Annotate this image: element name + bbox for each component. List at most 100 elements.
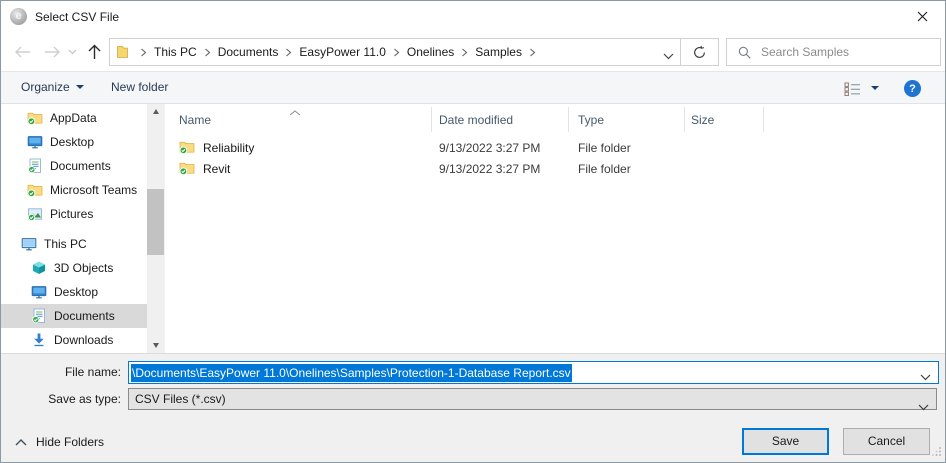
chevron-down-icon [76,85,84,89]
sidebar-item-desktop-2[interactable]: Desktop [1,280,147,304]
sidebar-item-documents[interactable]: Documents [1,154,147,178]
refresh-icon [692,45,707,60]
breadcrumb-chevron-icon[interactable] [283,48,294,57]
triangle-down-icon [153,343,159,348]
save-as-type-select[interactable]: CSV Files (*.csv) [128,388,937,410]
file-list: Name Date modified Type Size Reliability… [165,104,945,353]
search-box[interactable] [726,38,941,66]
forward-button[interactable] [41,42,63,62]
new-folder-button[interactable]: New folder [111,80,168,94]
chevron-up-icon [15,439,27,446]
cancel-button[interactable]: Cancel [843,428,930,455]
sidebar-item-desktop[interactable]: Desktop [1,130,147,154]
scroll-up-button[interactable] [147,104,164,119]
navigation-row: This PC Documents EasyPower 11.0 Oneline… [1,32,945,71]
sidebar-scrollbar[interactable] [147,104,164,353]
breadcrumb-samples[interactable]: Samples [470,45,527,59]
breadcrumb-chevron-icon[interactable] [391,48,402,57]
sidebar-item-3d-objects[interactable]: 3D Objects [1,256,147,280]
sidebar-item-pictures[interactable]: Pictures [1,202,147,226]
hide-folders-label: Hide Folders [36,435,104,449]
file-date-modified: 9/13/2022 3:27 PM [439,141,540,155]
sidebar-item-label: Documents [50,159,111,173]
sidebar-item-label: This PC [44,237,87,251]
file-row-reliability[interactable]: Reliability 9/13/2022 3:27 PM File folde… [165,137,945,158]
scrollbar-thumb[interactable] [147,189,164,255]
sidebar-item-label: Documents [54,309,115,323]
breadcrumb-onelines[interactable]: Onelines [402,45,459,59]
sidebar-item-documents-2[interactable]: Documents [1,304,147,328]
app-icon-glyph: e [15,11,21,22]
file-row-revit[interactable]: Revit 9/13/2022 3:27 PM File folder [165,158,945,179]
monitor-icon [31,284,47,300]
new-folder-label: New folder [111,80,168,94]
cube-icon [31,260,47,276]
save-as-type-dropdown-button[interactable] [918,397,929,417]
sidebar-item-label: Desktop [54,285,98,299]
picture-sync-icon [27,206,43,222]
view-options-dropdown[interactable] [871,86,879,90]
sidebar-item-microsoft-teams[interactable]: Microsoft Teams [1,178,147,202]
help-button[interactable]: ? [904,80,921,97]
column-header-size[interactable]: Size [691,113,714,127]
title-bar: e Select CSV File [1,1,945,32]
breadcrumb-easypower[interactable]: EasyPower 11.0 [294,45,391,59]
column-header-date-modified[interactable]: Date modified [439,113,513,127]
refresh-button[interactable] [680,38,719,66]
command-toolbar: Organize New folder ? [1,71,945,104]
triangle-up-icon [153,109,159,114]
breadcrumb: This PC Documents EasyPower 11.0 Oneline… [138,39,538,65]
breadcrumb-chevron-icon[interactable] [202,48,213,57]
column-header-type[interactable]: Type [578,113,604,127]
sidebar-item-downloads[interactable]: Downloads [1,328,147,352]
file-date-modified: 9/13/2022 3:27 PM [439,162,540,176]
change-view-button[interactable] [844,82,862,96]
breadcrumb-documents[interactable]: Documents [213,45,284,59]
sidebar-item-appdata[interactable]: AppData [1,106,147,130]
file-name-value: \Documents\EasyPower 11.0\Onelines\Sampl… [131,364,572,382]
document-sync-icon [27,158,43,174]
back-button[interactable] [11,42,33,62]
recent-locations-button[interactable] [65,42,79,62]
chevron-down-icon [871,86,879,90]
scroll-down-button[interactable] [147,338,164,353]
folder-sync-icon [27,110,43,126]
chevron-down-icon [663,53,674,60]
column-divider[interactable] [763,107,764,132]
file-type: File folder [578,141,631,155]
resize-grip[interactable] [932,445,942,459]
file-list-header: Name Date modified Type Size [165,104,945,134]
column-divider[interactable] [684,107,685,132]
search-input[interactable] [759,44,923,60]
breadcrumb-chevron-icon[interactable] [138,48,149,57]
hide-folders-button[interactable]: Hide Folders [15,435,104,449]
column-divider[interactable] [568,107,569,132]
monitor-icon [27,134,43,150]
address-bar[interactable]: This PC Documents EasyPower 11.0 Oneline… [109,38,683,66]
search-icon [737,45,752,60]
folder-sync-icon [179,139,195,155]
address-dropdown-button[interactable] [663,49,674,63]
column-header-name[interactable]: Name [179,113,211,127]
close-button[interactable] [900,1,945,32]
save-button[interactable]: Save [742,428,829,455]
sidebar-item-this-pc[interactable]: This PC [1,232,147,256]
breadcrumb-chevron-icon[interactable] [459,48,470,57]
file-name-dropdown-button[interactable] [920,370,931,384]
file-name: Revit [203,162,230,176]
close-icon [917,11,928,22]
column-divider[interactable] [431,107,432,132]
file-name-input[interactable]: \Documents\EasyPower 11.0\Onelines\Sampl… [128,361,939,384]
sort-ascending-icon [289,105,301,119]
folder-sync-icon [179,160,195,176]
sidebar-item-label: 3D Objects [54,261,113,275]
file-name-label: File name: [21,365,121,379]
sidebar-item-label: Downloads [54,333,113,347]
up-button[interactable] [83,42,105,62]
breadcrumb-this-pc[interactable]: This PC [149,45,202,59]
organize-button[interactable]: Organize [21,80,84,94]
app-icon: e [10,8,27,25]
save-as-type-value: CSV Files (*.csv) [135,392,226,406]
breadcrumb-chevron-icon[interactable] [527,48,538,57]
window-title: Select CSV File [35,10,119,24]
